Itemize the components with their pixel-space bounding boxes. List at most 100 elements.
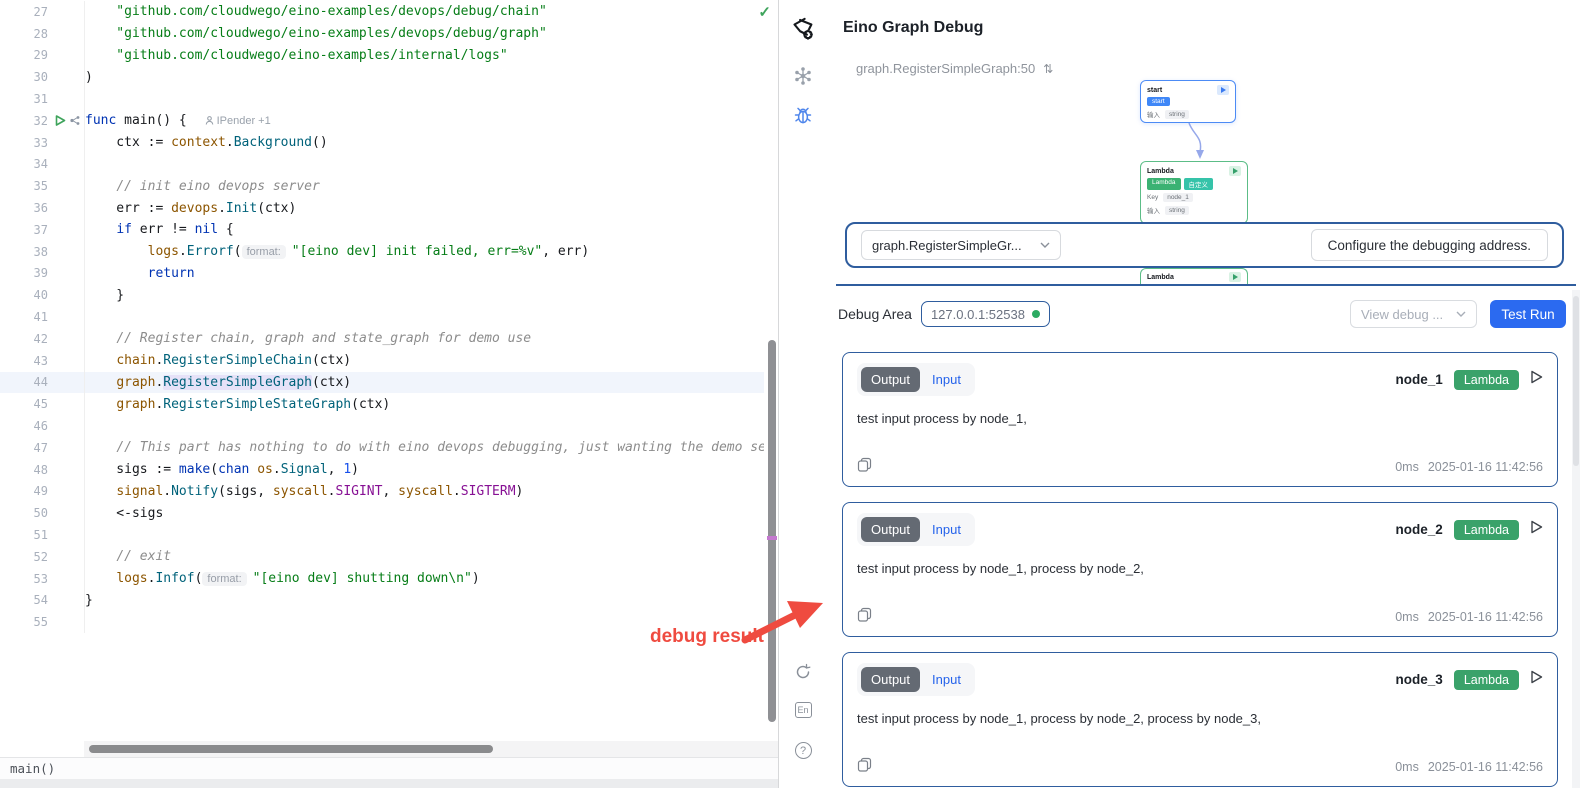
- code-editor[interactable]: 27 "github.com/cloudwego/eino-examples/d…: [0, 0, 779, 788]
- tab-input[interactable]: Input: [922, 367, 971, 392]
- run-node-button[interactable]: [1530, 670, 1543, 689]
- breadcrumb-item[interactable]: main(): [10, 761, 55, 776]
- code-line[interactable]: 28 "github.com/cloudwego/eino-examples/d…: [0, 23, 764, 45]
- code-lines[interactable]: 27 "github.com/cloudwego/eino-examples/d…: [0, 1, 764, 633]
- graph-view-icon[interactable]: [789, 66, 817, 86]
- code-line[interactable]: 49 signal.Notify(sigs, syscall.SIGINT, s…: [0, 481, 764, 503]
- code-line[interactable]: 44 graph.RegisterSimpleGraph(ctx): [0, 372, 764, 394]
- code-token: syscall: [273, 484, 328, 499]
- card-footer: 0ms2025-01-16 11:42:56: [857, 607, 1543, 627]
- help-icon[interactable]: ?: [789, 742, 817, 759]
- code-line[interactable]: 52 // exit: [0, 546, 764, 568]
- tab-output[interactable]: Output: [861, 517, 920, 542]
- gutter-icons: [48, 263, 84, 285]
- node-key-label: Key: [1147, 194, 1158, 201]
- code-token: logs: [148, 244, 179, 259]
- code-token: devops: [171, 201, 218, 216]
- code-line[interactable]: 41: [0, 306, 764, 328]
- sort-icon[interactable]: ⇅: [1043, 62, 1053, 76]
- node-play-icon[interactable]: [1217, 85, 1229, 95]
- code-line[interactable]: 35 // init eino devops server: [0, 175, 764, 197]
- line-number: 34: [0, 157, 48, 171]
- window-bottom-strip: [0, 779, 778, 788]
- code-line[interactable]: 33 ctx := context.Background(): [0, 132, 764, 154]
- code-token: syscall: [398, 484, 453, 499]
- gutter-icons: [48, 459, 84, 481]
- code-line[interactable]: 31: [0, 88, 764, 110]
- code-token: ): [516, 484, 524, 499]
- run-node-button[interactable]: [1530, 370, 1543, 389]
- line-number: 36: [0, 201, 48, 215]
- code-text: "github.com/cloudwego/eino-examples/devo…: [84, 1, 764, 23]
- code-token: Errorf: [187, 244, 234, 259]
- editor-vertical-scrollbar[interactable]: [768, 340, 776, 722]
- code-line[interactable]: 46: [0, 415, 764, 437]
- code-line[interactable]: 37 if err != nil {: [0, 219, 764, 241]
- refresh-icon[interactable]: [789, 663, 817, 681]
- run-main-icon[interactable]: [55, 115, 66, 126]
- code-line[interactable]: 50 <-sigs: [0, 502, 764, 524]
- code-token: make: [179, 462, 210, 477]
- code-line[interactable]: 36 err := devops.Init(ctx): [0, 197, 764, 219]
- run-node-button[interactable]: [1530, 520, 1543, 539]
- code-line[interactable]: 32func main() { IPender +1: [0, 110, 764, 132]
- tab-output[interactable]: Output: [861, 667, 920, 692]
- code-line[interactable]: 45 graph.RegisterSimpleStateGraph(ctx): [0, 393, 764, 415]
- eino-graph-gutter-icon[interactable]: [69, 115, 81, 126]
- graph-node-start[interactable]: start start 输入 string: [1140, 80, 1236, 123]
- code-line[interactable]: 40 }: [0, 284, 764, 306]
- code-text: "github.com/cloudwego/eino-examples/devo…: [84, 23, 764, 45]
- graph-select-dropdown[interactable]: graph.RegisterSimpleGr...: [861, 230, 1061, 260]
- timestamp: 2025-01-16 11:42:56: [1428, 610, 1543, 624]
- code-line[interactable]: 30): [0, 66, 764, 88]
- code-vision-hint: IPender +1: [205, 115, 271, 127]
- code-line[interactable]: 48 sigs := make(chan os.Signal, 1): [0, 459, 764, 481]
- code-line[interactable]: 27 "github.com/cloudwego/eino-examples/d…: [0, 1, 764, 23]
- code-token: {: [218, 222, 234, 237]
- node-play-icon[interactable]: [1229, 272, 1241, 282]
- debug-bug-icon[interactable]: [789, 105, 817, 126]
- debug-address-pill[interactable]: 127.0.0.1:52538: [921, 301, 1050, 327]
- code-line[interactable]: 47 // This part has nothing to do with e…: [0, 437, 764, 459]
- code-token: .: [163, 484, 171, 499]
- tab-output[interactable]: Output: [861, 367, 920, 392]
- code-line[interactable]: 34: [0, 154, 764, 176]
- node-input-label: 输入: [1147, 109, 1160, 119]
- configure-address-button[interactable]: Configure the debugging address.: [1311, 229, 1548, 261]
- editor-horizontal-scrollbar[interactable]: [89, 745, 493, 753]
- view-debug-dropdown[interactable]: View debug ...: [1350, 300, 1477, 328]
- inspection-ok-icon[interactable]: ✓: [758, 3, 771, 21]
- copy-icon[interactable]: [857, 457, 872, 477]
- node-play-icon[interactable]: [1229, 166, 1241, 176]
- graph-node-lambda[interactable]: Lambda Lambda 自定义 Key node_1 输入 string: [1140, 161, 1248, 224]
- code-line[interactable]: 53 logs.Infof(format:"[eino dev] shuttin…: [0, 568, 764, 590]
- result-text: test input process by node_1, process by…: [857, 711, 1543, 726]
- code-token: Infof: [155, 571, 194, 586]
- language-en-icon[interactable]: En: [789, 702, 817, 718]
- code-token: ctx :=: [85, 135, 171, 150]
- code-line[interactable]: 51: [0, 524, 764, 546]
- copy-icon[interactable]: [857, 607, 872, 627]
- card-footer: 0ms2025-01-16 11:42:56: [857, 457, 1543, 477]
- code-token: func: [85, 113, 116, 128]
- code-line[interactable]: 42 // Register chain, graph and state_gr…: [0, 328, 764, 350]
- tab-group: OutputInput: [857, 363, 975, 396]
- panel-scrollbar[interactable]: [1573, 296, 1579, 466]
- test-run-button[interactable]: Test Run: [1490, 300, 1566, 328]
- gutter-icons: [48, 568, 84, 590]
- gutter-icons: [48, 175, 84, 197]
- code-token: .: [453, 484, 461, 499]
- graph-node-lambda-2[interactable]: Lambda: [1140, 268, 1248, 285]
- line-number: 44: [0, 375, 48, 389]
- code-line[interactable]: 38 logs.Errorf(format:"[eino dev] init f…: [0, 241, 764, 263]
- code-line[interactable]: 29 "github.com/cloudwego/eino-examples/i…: [0, 45, 764, 67]
- breadcrumb[interactable]: main(): [0, 757, 778, 779]
- copy-icon[interactable]: [857, 757, 872, 777]
- line-number: 47: [0, 441, 48, 455]
- author-icon: [205, 115, 214, 126]
- code-line[interactable]: 43 chain.RegisterSimpleChain(ctx): [0, 350, 764, 372]
- tab-input[interactable]: Input: [922, 667, 971, 692]
- line-number: 38: [0, 245, 48, 259]
- code-line[interactable]: 39 return: [0, 263, 764, 285]
- tab-input[interactable]: Input: [922, 517, 971, 542]
